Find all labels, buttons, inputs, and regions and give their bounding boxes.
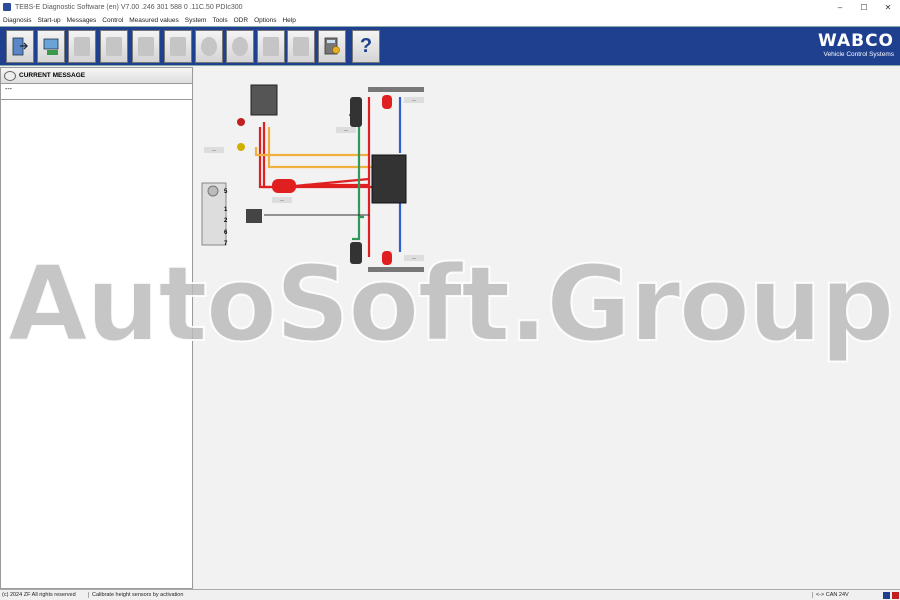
brake-chamber-top: [382, 95, 392, 109]
menu-diagnosis[interactable]: Diagnosis: [3, 17, 32, 24]
parameter-up-icon: [263, 37, 279, 56]
system-diagram-area: 5 1 2 6 7 --- --- --- --- ---: [194, 67, 900, 589]
brake-button[interactable]: [195, 30, 223, 63]
red-pipe-4: [258, 127, 370, 189]
status-connection: <-> CAN 24V: [812, 592, 882, 598]
menu-messages[interactable]: Messages: [67, 17, 97, 24]
value-box: ---: [404, 97, 424, 103]
value-box: ---: [404, 255, 424, 261]
diagnosis-button[interactable]: [37, 30, 65, 63]
connector-label-6: 6: [224, 230, 228, 236]
connector-label-2: 2: [224, 218, 228, 224]
axle-bottom: [368, 267, 424, 272]
parameter-settings-icon: [293, 37, 309, 56]
parameter-up-button[interactable]: [257, 30, 285, 63]
green-pipe-2: [352, 217, 361, 241]
menu-system[interactable]: System: [185, 17, 207, 24]
minimize-button[interactable]: –: [828, 3, 852, 12]
status-copyright: (c) 2024 ZF All rights reserved: [2, 592, 76, 598]
app-icon: [3, 3, 11, 11]
brake-icon: [201, 37, 217, 56]
menu-odr[interactable]: ODR: [234, 17, 248, 24]
orange-pipe-2: [254, 147, 369, 157]
connector-label-1: 1: [224, 207, 228, 213]
status-lamp-red-icon: [892, 591, 899, 599]
connector-label-5: 5: [224, 189, 228, 195]
title-bar: TEBS-E Diagnostic Software (en) V7.00 .2…: [0, 0, 900, 14]
orange-pipe-1: [267, 127, 372, 169]
brand-subtitle: Vehicle Control Systems: [823, 51, 894, 58]
wrench-icon: [170, 37, 186, 56]
value-box: ---: [204, 147, 224, 153]
save-icon: [106, 37, 122, 56]
valve-red: [237, 118, 245, 126]
wabco-logo: WABCO: [817, 31, 894, 51]
message-panel-title: CURRENT MESSAGE: [19, 72, 86, 79]
axle-top: [368, 87, 424, 92]
system-diagram: [201, 84, 424, 272]
brand: WABCO Vehicle Control Systems: [818, 31, 894, 58]
menu-tools[interactable]: Tools: [212, 17, 227, 24]
print-icon: [74, 37, 90, 56]
magnifier-icon: [4, 70, 16, 81]
message-panel-header: CURRENT MESSAGE: [1, 68, 192, 84]
help-button[interactable]: ?: [352, 30, 380, 63]
calculator-button[interactable]: [318, 30, 346, 63]
value-box: ---: [272, 197, 292, 203]
message-panel: CURRENT MESSAGE ---: [0, 67, 193, 589]
menu-bar: Diagnosis Start-up Messages Control Meas…: [0, 14, 900, 26]
exit-button[interactable]: [6, 30, 34, 63]
value-box: ---: [336, 127, 356, 133]
print-button[interactable]: [68, 30, 96, 63]
air-bellow-bottom: [350, 242, 362, 264]
wrench-button[interactable]: [164, 30, 192, 63]
exit-icon: [12, 37, 28, 56]
valve-yellow: [237, 143, 245, 151]
connector-label-7: 7: [224, 241, 228, 247]
status-bar: (c) 2024 ZF All rights reserved Calibrat…: [0, 589, 900, 600]
load-button[interactable]: [132, 30, 160, 63]
close-button[interactable]: ✕: [876, 3, 900, 12]
menu-control[interactable]: Control: [102, 17, 123, 24]
window-title: TEBS-E Diagnostic Software (en) V7.00 .2…: [15, 3, 243, 11]
menu-help[interactable]: Help: [282, 17, 295, 24]
current-message-value: ---: [1, 84, 192, 100]
menu-measured-values[interactable]: Measured values: [129, 17, 179, 24]
air-reservoir: [272, 179, 296, 193]
save-button[interactable]: [100, 30, 128, 63]
load-icon: [138, 37, 154, 56]
trailer-control-module: [250, 84, 278, 116]
tebs-ecu: [371, 154, 407, 204]
maximize-button[interactable]: ☐: [852, 3, 876, 12]
gear-button[interactable]: [226, 30, 254, 63]
status-message: Calibrate height sensors by activation: [88, 592, 812, 598]
calculator-icon: [324, 37, 340, 55]
air-bellow-top: [350, 97, 362, 127]
connector-plug: [246, 209, 262, 223]
menu-start-up[interactable]: Start-up: [38, 17, 61, 24]
brake-chamber-bottom: [382, 251, 392, 265]
parameter-settings-button[interactable]: [287, 30, 315, 63]
diagnosis-icon: [43, 38, 59, 55]
connector-socket-icon: [207, 185, 219, 197]
menu-options[interactable]: Options: [254, 17, 276, 24]
toolbar: ? WABCO Vehicle Control Systems: [0, 26, 900, 66]
gear-icon: [232, 37, 248, 56]
status-lamp-blue-icon: [883, 591, 890, 599]
